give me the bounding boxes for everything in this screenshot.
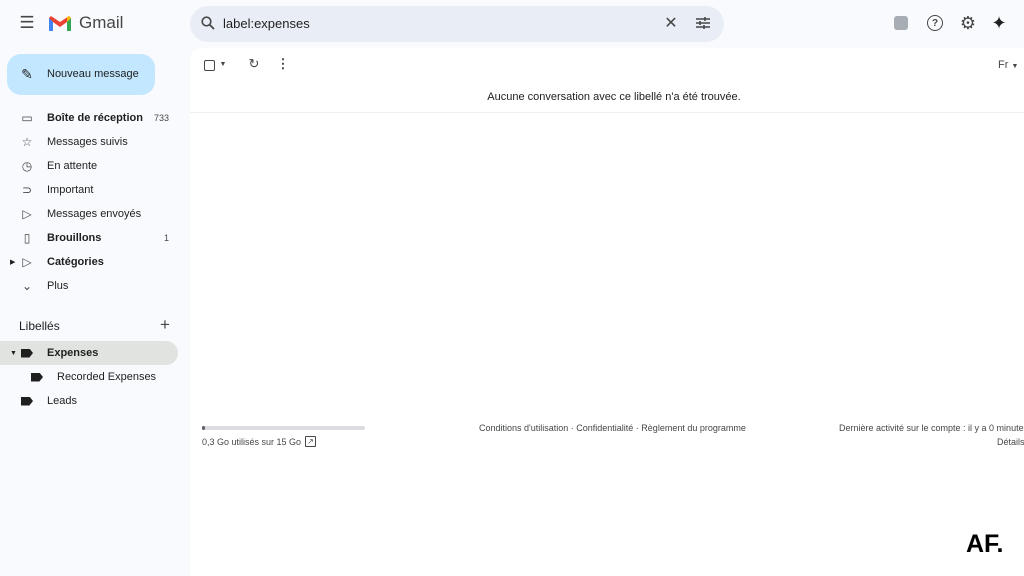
sidebar-item[interactable]: ▭ Boîte de réception 733 — [0, 106, 178, 130]
sidebar-item-label: Catégories — [47, 256, 104, 268]
divider — [190, 112, 1024, 113]
clear-search-icon[interactable]: ✕ — [663, 15, 679, 32]
inbox-icon: ▭ — [21, 111, 33, 125]
search-input[interactable]: label:expenses — [223, 16, 310, 31]
details-link[interactable]: Détails — [997, 437, 1024, 447]
important-icon: ⊃ — [21, 183, 33, 197]
pencil-icon: ✎ — [21, 65, 33, 82]
collapse-arrow-icon[interactable]: ▼ — [10, 350, 17, 357]
input-tools-button[interactable]: Fr ▼ — [998, 59, 1018, 71]
settings-icon[interactable]: ⚙ — [959, 13, 977, 33]
sidebar-item[interactable]: ▯ Brouillons 1 — [0, 226, 178, 250]
sidebar-item-label: Important — [47, 184, 94, 196]
gemini-app-icon[interactable] — [894, 16, 908, 30]
sidebar-item[interactable]: ⊃ Important — [0, 178, 178, 202]
compose-button[interactable]: ✎ Nouveau message — [7, 54, 155, 95]
label-tag-icon — [21, 348, 33, 358]
sidebar-item-label: Brouillons — [47, 232, 102, 244]
search-options-icon[interactable] — [695, 15, 711, 31]
draft-icon: ▯ — [23, 231, 31, 245]
storage-fill — [202, 426, 206, 430]
chevron-down-icon: ⌄ — [21, 279, 33, 293]
expand-arrow-icon[interactable]: ▶ — [10, 258, 15, 266]
sidebar-item-label: Messages envoyés — [47, 208, 142, 220]
input-tools-label: Fr — [998, 59, 1009, 71]
sidebar-item-label: Boîte de réception — [47, 112, 143, 124]
add-label-icon[interactable]: + — [157, 315, 173, 334]
sidebar-item[interactable]: ⌄ Plus — [0, 274, 178, 298]
clock-icon: ◷ — [21, 159, 33, 173]
refresh-icon[interactable]: ↻ — [247, 56, 261, 71]
dropdown-icon: ▼ — [1011, 63, 1019, 70]
sidebar-item[interactable]: ▷ Messages envoyés — [0, 202, 178, 226]
last-activity: Dernière activité sur le compte : il y a… — [839, 423, 1024, 433]
select-checkbox[interactable] — [204, 60, 215, 71]
item-count: 733 — [153, 113, 169, 123]
labels-heading: Libellés — [19, 319, 60, 333]
search-icon[interactable] — [200, 15, 216, 31]
watermark-logo: AF. — [966, 530, 1004, 558]
label-icon: ▷ — [22, 255, 32, 269]
label-item[interactable]: Leads — [0, 389, 178, 413]
label-tag-icon — [31, 372, 43, 382]
help-icon[interactable]: ? — [927, 15, 943, 31]
label-tag-icon — [21, 396, 33, 406]
more-options-icon[interactable]: ⋮ — [276, 56, 290, 71]
select-dropdown-icon[interactable]: ▼ — [219, 58, 227, 70]
footer-links[interactable]: Conditions d'utilisation · Confidentiali… — [479, 423, 746, 433]
sidebar-item[interactable]: ▶ ▷ Catégories — [0, 250, 178, 274]
sidebar-item[interactable]: ☆ Messages suivis — [0, 130, 178, 154]
item-count: 1 — [163, 233, 169, 243]
empty-message: Aucune conversation avec ce libellé n'a … — [487, 91, 741, 103]
app-name: Gmail — [79, 13, 124, 32]
storage-text: 0,3 Go utilisés sur 15 Go — [202, 437, 302, 447]
label-name: Recorded Expenses — [57, 371, 157, 383]
label-name: Expenses — [47, 347, 99, 359]
main-panel: ▼ ↻ ⋮ Fr ▼ Aucune conversation avec ce l… — [190, 48, 1024, 576]
compose-label: Nouveau message — [47, 68, 139, 80]
storage-bar — [202, 426, 365, 430]
star-icon: ☆ — [21, 135, 33, 149]
label-name: Leads — [47, 395, 77, 407]
gemini-sparkle-icon[interactable]: ✦ — [990, 13, 1008, 33]
open-external-icon[interactable]: ↗ — [305, 436, 316, 447]
label-item[interactable]: Recorded Expenses — [0, 365, 178, 389]
gmail-logo[interactable] — [48, 14, 72, 32]
menu-icon[interactable]: ☰ — [18, 13, 36, 32]
sidebar-item-label: En attente — [47, 160, 98, 172]
send-icon: ▷ — [22, 207, 32, 221]
search-bar[interactable]: label:expenses ✕ — [190, 6, 724, 42]
sidebar-item[interactable]: ◷ En attente — [0, 154, 178, 178]
sidebar-item-label: Plus — [47, 280, 69, 292]
label-item[interactable]: ▼ Expenses — [0, 341, 178, 365]
sidebar-item-label: Messages suivis — [47, 136, 128, 148]
